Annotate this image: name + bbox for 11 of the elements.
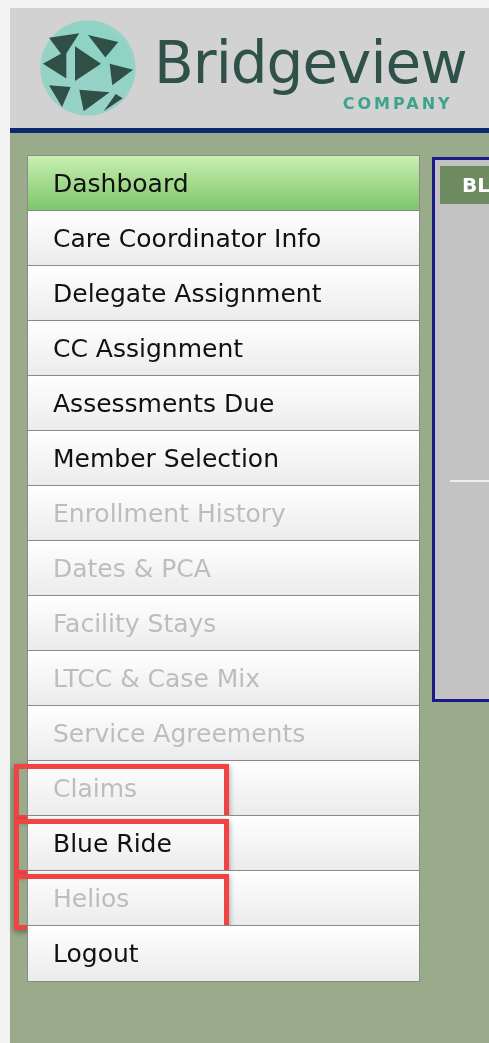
menu-item[interactable]: CC Assignment	[27, 320, 420, 377]
menu-item[interactable]: Blue Ride	[27, 815, 420, 872]
menu-item[interactable]: Care Coordinator Info	[27, 210, 420, 267]
panel-heading: BL	[440, 166, 489, 204]
menu-item[interactable]: Delegate Assignment	[27, 265, 420, 322]
brand-name: Bridgeview	[154, 31, 467, 95]
menu-item[interactable]: Assessments Due	[27, 375, 420, 432]
brand-tagline: COMPANY	[342, 95, 453, 113]
menu-item[interactable]: Logout	[27, 925, 420, 982]
menu-item[interactable]: Member Selection	[27, 430, 420, 487]
menu-item[interactable]: Dashboard	[27, 155, 420, 212]
